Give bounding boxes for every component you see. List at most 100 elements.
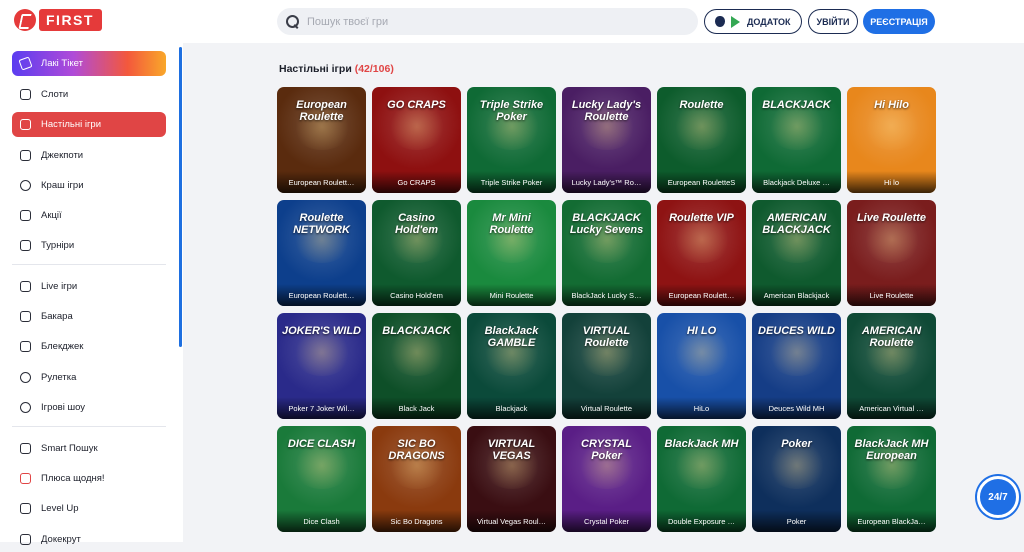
sidebar-item-label: Ігрові шоу bbox=[41, 402, 86, 413]
game-tile[interactable]: BlackJack GAMBLE Blackjack bbox=[467, 313, 556, 419]
game-art-decoration bbox=[291, 330, 352, 377]
ticket-icon bbox=[18, 56, 33, 71]
sidebar-item-6[interactable]: Акції bbox=[12, 203, 166, 228]
game-art-title: Lucky Lady's Roulette bbox=[571, 99, 642, 123]
game-name: Crystal Poker bbox=[583, 517, 629, 526]
sidebar-item-1[interactable]: Лакі Тікет bbox=[12, 51, 166, 76]
game-name: Casino Hold'em bbox=[390, 291, 443, 300]
game-art-title: Roulette VIP bbox=[669, 212, 734, 224]
game-tile[interactable]: Poker Poker bbox=[752, 426, 841, 532]
game-tile[interactable]: Lucky Lady's Roulette Lucky Lady's™ Ro… bbox=[562, 87, 651, 193]
game-tile[interactable]: BlackJack MH European European BlackJa… bbox=[847, 426, 936, 532]
game-art-title: BLACKJACK bbox=[382, 325, 451, 337]
game-tile[interactable]: Casino Hold'em Casino Hold'em bbox=[372, 200, 461, 306]
sidebar-item-5[interactable]: Краш ігри bbox=[12, 173, 166, 198]
register-button[interactable]: РЕЄСТРАЦІЯ bbox=[863, 9, 935, 34]
game-art-decoration bbox=[671, 217, 732, 264]
apple-icon bbox=[715, 16, 725, 27]
plus-icon bbox=[20, 473, 31, 484]
game-art-title: AMERICAN Roulette bbox=[861, 325, 922, 349]
support-chat-button[interactable]: 24/7 bbox=[977, 476, 1019, 518]
game-tile[interactable]: Triple Strike Poker Triple Strike Poker bbox=[467, 87, 556, 193]
login-button[interactable]: УВІЙТИ bbox=[808, 9, 858, 34]
game-tile[interactable]: Live Roulette Live Roulette bbox=[847, 200, 936, 306]
game-tile[interactable]: BLACKJACK Black Jack bbox=[372, 313, 461, 419]
game-tile[interactable]: DEUCES WILD Deuces Wild MH bbox=[752, 313, 841, 419]
game-art-title: BlackJack GAMBLE bbox=[484, 325, 539, 349]
game-tile[interactable]: BLACKJACK Blackjack Deluxe … bbox=[752, 87, 841, 193]
game-art-title: Hi Hilo bbox=[874, 99, 909, 111]
table-games-icon bbox=[20, 119, 31, 130]
game-name: Virtual Vegas Roul… bbox=[476, 517, 547, 526]
section-title-label: Настільні ігри bbox=[279, 63, 352, 75]
game-name: Dice Clash bbox=[303, 517, 340, 526]
sidebar-item-11[interactable]: Рулетка bbox=[12, 365, 166, 390]
game-tile[interactable]: DICE CLASH Dice Clash bbox=[277, 426, 366, 532]
roulette-icon bbox=[20, 372, 31, 383]
search-bar[interactable] bbox=[277, 8, 698, 35]
game-name: Virtual Roulette bbox=[580, 404, 633, 413]
sidebar-item-10[interactable]: Блекджек bbox=[12, 334, 166, 359]
game-tile[interactable]: VIRTUAL Roulette Virtual Roulette bbox=[562, 313, 651, 419]
game-tile[interactable]: European Roulette European Roulett… bbox=[277, 87, 366, 193]
sidebar-divider bbox=[12, 426, 166, 427]
sidebar-scrollbar[interactable] bbox=[179, 47, 182, 347]
game-tile[interactable]: Roulette European RouletteS bbox=[657, 87, 746, 193]
sidebar-item-label: Live ігри bbox=[41, 281, 78, 292]
game-tile[interactable]: GO CRAPS Go CRAPS bbox=[372, 87, 461, 193]
app-download-button[interactable]: ДОДАТОК bbox=[704, 9, 802, 34]
jackpot-icon bbox=[20, 150, 31, 161]
game-name: European Roulett… bbox=[668, 291, 735, 300]
game-name: Poker bbox=[786, 517, 807, 526]
sidebar-item-3[interactable]: Настільні ігри bbox=[12, 112, 166, 137]
game-name: Live Roulette bbox=[869, 291, 914, 300]
sidebar-item-2[interactable]: Слоти bbox=[12, 82, 166, 107]
promo-icon bbox=[20, 210, 31, 221]
game-tile[interactable]: BLACKJACK Lucky Sevens BlackJack Lucky S… bbox=[562, 200, 651, 306]
misc-icon bbox=[20, 534, 31, 545]
sidebar-item-9[interactable]: Бакара bbox=[12, 304, 166, 329]
slots-icon bbox=[20, 89, 31, 100]
game-name: Lucky Lady's™ Ro… bbox=[571, 178, 642, 187]
sidebar-item-12[interactable]: Ігрові шоу bbox=[12, 395, 166, 420]
sidebar-item-13[interactable]: Smart Пошук bbox=[12, 436, 166, 461]
sidebar-item-7[interactable]: Турніри bbox=[12, 233, 166, 258]
game-name: Blackjack bbox=[495, 404, 528, 413]
game-tile[interactable]: Mr Mini Roulette Mini Roulette bbox=[467, 200, 556, 306]
search-input[interactable] bbox=[307, 15, 667, 28]
game-name: Deuces Wild MH bbox=[768, 404, 825, 413]
game-tile[interactable]: BlackJack MH Double Exposure … bbox=[657, 426, 746, 532]
game-tile[interactable]: VIRTUAL VEGAS Virtual Vegas Roul… bbox=[467, 426, 556, 532]
sidebar-item-14[interactable]: Плюса щодня! bbox=[12, 466, 166, 491]
site-logo[interactable]: FIRST bbox=[14, 9, 102, 31]
blackjack-icon bbox=[20, 341, 31, 352]
game-tile[interactable]: AMERICAN BLACKJACK American Blackjack bbox=[752, 200, 841, 306]
app-button-label: ДОДАТОК bbox=[747, 16, 791, 27]
game-art-title: CRYSTAL Poker bbox=[581, 438, 632, 462]
game-name: Mini Roulette bbox=[489, 291, 534, 300]
game-show-icon bbox=[20, 402, 31, 413]
game-tile[interactable]: AMERICAN Roulette American Virtual … bbox=[847, 313, 936, 419]
sidebar-item-label: Рулетка bbox=[41, 372, 77, 383]
smart-search-icon bbox=[20, 443, 31, 454]
game-tile[interactable]: SIC BO DRAGONS Sic Bo Dragons bbox=[372, 426, 461, 532]
crash-icon bbox=[20, 180, 31, 191]
game-art-title: Mr Mini Roulette bbox=[489, 212, 534, 236]
game-art-title: BLACKJACK Lucky Sevens bbox=[569, 212, 644, 236]
sidebar-item-4[interactable]: Джекпоти bbox=[12, 143, 166, 168]
game-art-title: DEUCES WILD bbox=[758, 325, 835, 337]
sidebar-item-label: Джекпоти bbox=[41, 150, 84, 161]
game-tile[interactable]: HI LO HiLo bbox=[657, 313, 746, 419]
game-art-title: Casino Hold'em bbox=[395, 212, 438, 236]
game-tile[interactable]: Roulette NETWORK European Roulett… bbox=[277, 200, 366, 306]
game-name: Blackjack Deluxe … bbox=[763, 178, 830, 187]
game-name: American Virtual … bbox=[859, 404, 924, 413]
game-tile[interactable]: JOKER'S WILD Poker 7 Joker Wil… bbox=[277, 313, 366, 419]
game-tile[interactable]: Hi Hilo Hi lo bbox=[847, 87, 936, 193]
game-tile[interactable]: CRYSTAL Poker Crystal Poker bbox=[562, 426, 651, 532]
game-tile[interactable]: Roulette VIP European Roulett… bbox=[657, 200, 746, 306]
sidebar-item-8[interactable]: Live ігри bbox=[12, 274, 166, 299]
sidebar-item-16[interactable]: Докекрут bbox=[12, 527, 166, 552]
sidebar-item-15[interactable]: Level Up bbox=[12, 496, 166, 521]
game-art-decoration bbox=[386, 330, 447, 377]
